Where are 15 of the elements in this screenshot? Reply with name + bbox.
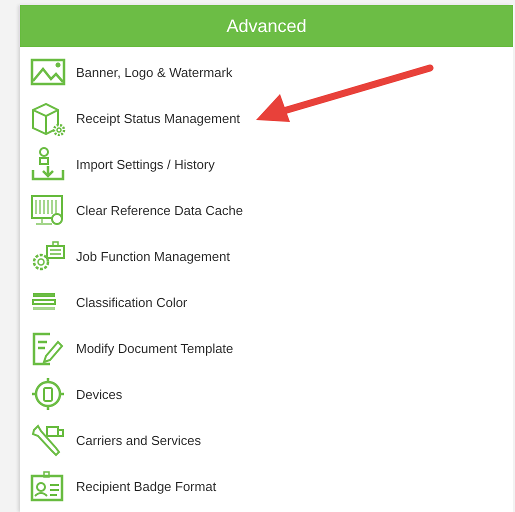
document-pencil-icon[interactable] (30, 330, 66, 366)
settings-link[interactable]: Devices (76, 386, 122, 402)
settings-link[interactable]: Carriers and Services (76, 432, 201, 448)
settings-link[interactable]: Clear Reference Data Cache (76, 202, 243, 218)
box-gear-icon[interactable] (30, 100, 66, 136)
settings-link[interactable]: Import Settings / History (76, 156, 215, 172)
settings-link[interactable]: Classification Color (76, 294, 188, 310)
settings-link[interactable]: Receipt Status Management (76, 110, 240, 126)
settings-link[interactable]: Modify Document Template (76, 340, 234, 356)
settings-link[interactable]: Banner, Logo & Watermark (76, 64, 232, 80)
settings-link[interactable]: Recipient Badge Format (76, 478, 216, 494)
person-download-icon[interactable] (30, 146, 66, 182)
panel-header: Advanced (20, 5, 513, 47)
target-phone-icon[interactable] (30, 376, 66, 412)
settings-link[interactable]: Job Function Management (76, 248, 230, 264)
